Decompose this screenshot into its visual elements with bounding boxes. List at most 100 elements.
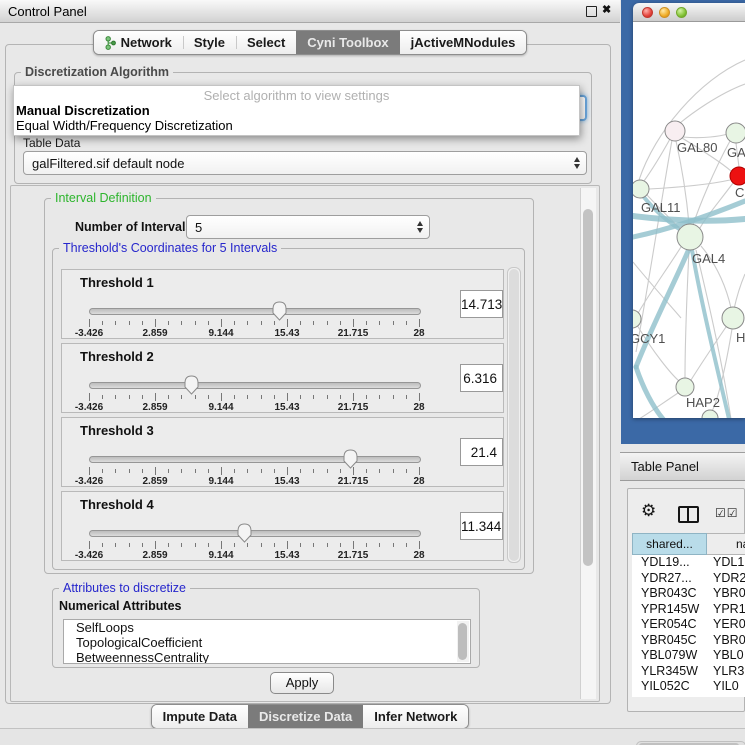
network-edge[interactable] <box>639 60 745 180</box>
network-edge[interactable] <box>734 274 745 309</box>
minimize-window-icon[interactable] <box>659 7 670 18</box>
table-row[interactable]: YPR145WYPR1 <box>632 602 745 618</box>
tab-jactivemnodules[interactable]: jActiveMNodules <box>400 31 527 54</box>
list-scrollbar[interactable] <box>457 621 469 662</box>
table-panel-title: Table Panel <box>631 459 699 474</box>
threshold-value-field[interactable]: 11.344 <box>460 512 503 540</box>
network-edge[interactable] <box>649 180 730 189</box>
tab-select[interactable]: Select <box>236 31 296 54</box>
tab-cyni-toolbox[interactable]: Cyni Toolbox <box>296 31 399 54</box>
close-icon[interactable]: ✖ <box>602 3 611 16</box>
threshold-label: Threshold 1 <box>80 275 154 290</box>
group-title: Threshold's Coordinates for 5 Intervals <box>59 241 281 255</box>
zoom-window-icon[interactable] <box>676 7 687 18</box>
number-of-intervals-combobox[interactable]: 5 <box>186 215 430 239</box>
network-canvas[interactable]: GAL80GACGAL11GAL4GCY1HHAP2 <box>633 22 745 418</box>
table-row[interactable]: YBR045CYBR0 <box>632 633 745 649</box>
apply-button[interactable]: Apply <box>270 672 334 694</box>
tab-style[interactable]: Style <box>183 31 236 54</box>
threshold-1-slider[interactable]: -3.4262.8599.14415.4321.71528 <box>89 306 419 338</box>
tick-mark <box>379 469 380 473</box>
dropdown-item-equal-width-frequency[interactable]: Equal Width/Frequency Discretization <box>16 118 233 133</box>
tick-mark <box>129 321 130 325</box>
tab-label: Select <box>247 35 285 50</box>
network-edge[interactable] <box>696 250 731 418</box>
tick-mark <box>287 467 288 475</box>
network-node-hap2[interactable] <box>676 378 694 396</box>
tab-network[interactable]: Network <box>94 31 183 54</box>
tab-infer-network[interactable]: Infer Network <box>363 705 468 728</box>
network-edge-highlighted[interactable] <box>636 367 663 418</box>
threshold-4-slider[interactable]: -3.4262.8599.14415.4321.71528 <box>89 528 419 560</box>
table-row[interactable]: YDL19...YDL1 <box>632 555 745 571</box>
network-node-gal80[interactable] <box>665 121 685 141</box>
threshold-value-field[interactable]: 21.4 <box>460 438 503 466</box>
slider-track[interactable] <box>89 530 421 537</box>
table-row[interactable]: YDR27...YDR2 <box>632 571 745 587</box>
network-node-ga[interactable] <box>726 123 745 143</box>
threshold-value-field[interactable]: 14.713 <box>460 290 503 318</box>
slider-ticks <box>89 319 419 328</box>
table-row[interactable]: YIL052CYIL0 <box>632 679 745 695</box>
tick-mark <box>168 321 169 325</box>
threshold-value-field[interactable]: 6.316 <box>460 364 503 392</box>
slider-thumb[interactable] <box>184 375 199 395</box>
table-cell: YDR27... <box>632 571 713 585</box>
table-row[interactable]: YLR345WYLR3 <box>632 664 745 680</box>
scrollbar-thumb[interactable] <box>583 209 593 566</box>
column-header-shared-name[interactable]: shared... <box>632 533 707 555</box>
tick-mark <box>129 469 130 473</box>
slider-thumb[interactable] <box>343 449 358 469</box>
float-window-icon[interactable] <box>586 6 597 17</box>
vertical-scrollbar[interactable] <box>580 188 596 699</box>
thresholds-scrollbar[interactable] <box>507 267 521 563</box>
network-node-gal11[interactable] <box>633 180 649 198</box>
network-edge[interactable] <box>680 84 745 123</box>
threshold-3-slider[interactable]: -3.4262.8599.14415.4321.71528 <box>89 454 419 486</box>
list-item[interactable]: TopologicalCoefficient <box>64 635 470 650</box>
split-columns-icon[interactable] <box>678 506 699 523</box>
network-node-gal4[interactable] <box>677 224 703 250</box>
tick-mark <box>393 321 394 325</box>
column-header-name[interactable]: na <box>707 533 745 555</box>
network-node-h[interactable] <box>722 307 744 329</box>
network-edge-highlighted[interactable] <box>692 250 729 418</box>
tick-label: 28 <box>413 328 424 339</box>
tick-label: -3.426 <box>75 550 103 561</box>
table-row[interactable]: YER054CYER0 <box>632 617 745 633</box>
network-node[interactable] <box>702 410 718 418</box>
numerical-attributes-list[interactable]: SelfLoops TopologicalCoefficient Between… <box>63 619 471 664</box>
table-cell: YIL0 <box>713 679 745 693</box>
slider-track[interactable] <box>89 456 421 463</box>
tab-impute-data[interactable]: Impute Data <box>152 705 248 728</box>
tick-mark <box>221 541 222 549</box>
tick-label: -3.426 <box>75 328 103 339</box>
slider-track[interactable] <box>89 308 421 315</box>
slider-thumb[interactable] <box>237 523 252 543</box>
close-window-icon[interactable] <box>642 7 653 18</box>
network-graph[interactable]: GAL80GACGAL11GAL4GCY1HHAP2 <box>633 22 745 418</box>
slider-track[interactable] <box>89 382 421 389</box>
dropdown-item-manual-discretization[interactable]: Manual Discretization <box>16 103 150 118</box>
list-item[interactable]: BetweennessCentrality <box>64 650 470 664</box>
tick-mark <box>379 395 380 399</box>
network-edge[interactable] <box>683 134 728 138</box>
numerical-attributes-label: Numerical Attributes <box>59 599 181 613</box>
threshold-2-slider[interactable]: -3.4262.8599.14415.4321.71528 <box>89 380 419 412</box>
list-item[interactable]: SelfLoops <box>64 620 470 635</box>
table-row[interactable]: YBL079WYBL0 <box>632 648 745 664</box>
network-node-c[interactable] <box>730 167 745 185</box>
network-node-gcy1[interactable] <box>633 310 641 328</box>
tab-discretize-data[interactable]: Discretize Data <box>248 705 363 728</box>
tick-label: 21.715 <box>338 550 369 561</box>
network-window: GAL80GACGAL11GAL4GCY1HHAP2 <box>633 3 745 418</box>
checkbox-icons[interactable]: ☑☑ <box>715 506 739 520</box>
gear-icon[interactable]: ⚙ <box>641 502 656 519</box>
table-cell: YER0 <box>713 617 745 631</box>
horizontal-scrollbar[interactable] <box>636 741 745 745</box>
table-data-combobox[interactable]: galFiltered.sif default node <box>23 151 587 175</box>
slider-thumb[interactable] <box>272 301 287 321</box>
network-edge[interactable] <box>685 250 689 378</box>
tick-mark <box>221 393 222 401</box>
table-row[interactable]: YBR043CYBR0 <box>632 586 745 602</box>
